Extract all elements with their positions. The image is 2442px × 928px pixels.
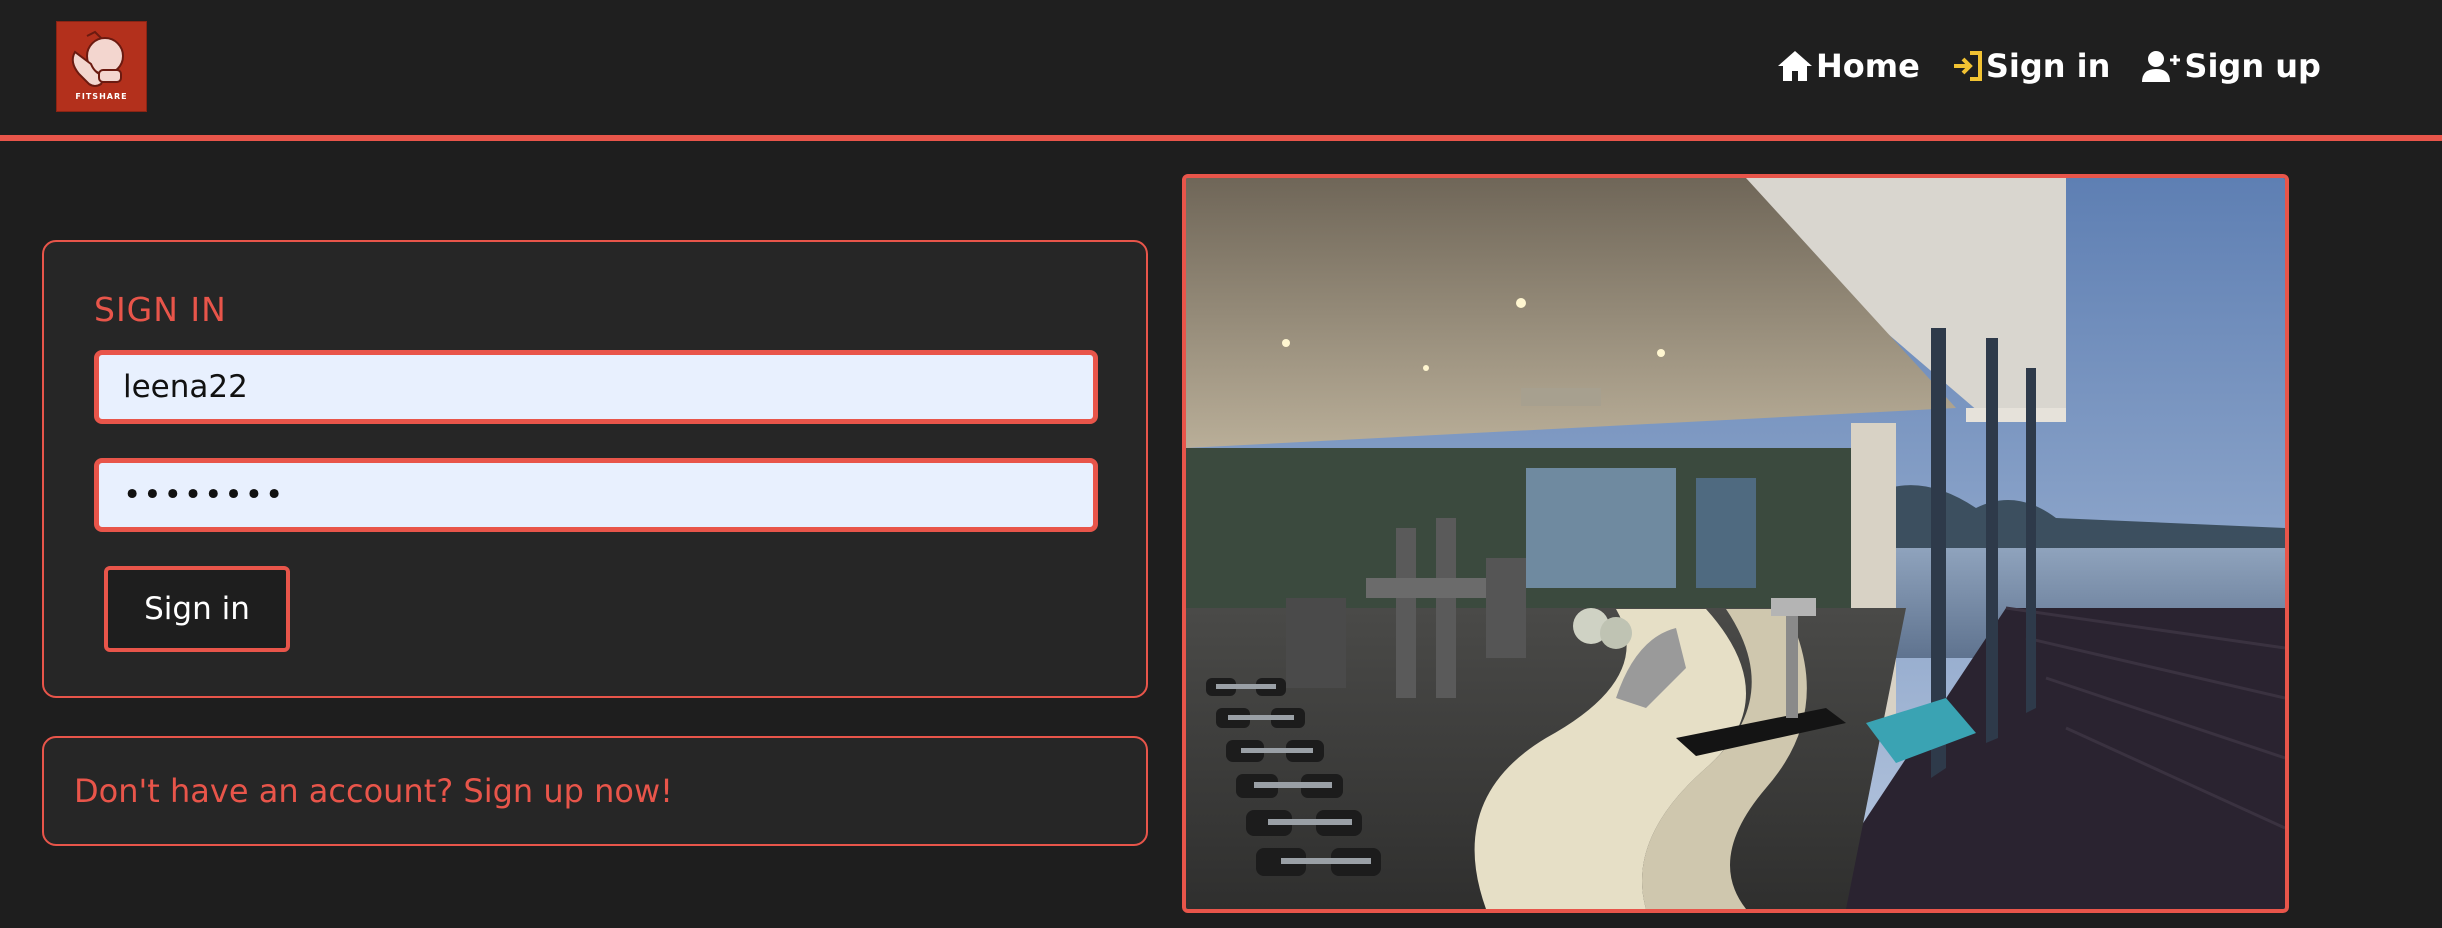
navbar: FITSHARE Home Sign in Sign up bbox=[0, 0, 2442, 141]
signin-button[interactable]: Sign in bbox=[104, 566, 290, 652]
gym-illustration bbox=[1186, 178, 2285, 909]
nav-signin-link[interactable]: Sign in bbox=[1952, 47, 2111, 85]
password-input[interactable] bbox=[94, 458, 1098, 532]
home-icon bbox=[1776, 49, 1814, 83]
nav-links: Home Sign in Sign up bbox=[1776, 38, 2353, 94]
nav-signup-link[interactable]: Sign up bbox=[2142, 47, 2321, 85]
logo-text: FITSHARE bbox=[75, 92, 128, 101]
signin-card: SIGN IN Sign in bbox=[42, 240, 1148, 698]
user-plus-icon bbox=[2142, 49, 2182, 83]
nav-signup-label: Sign up bbox=[2184, 47, 2321, 85]
fitshare-logo[interactable]: FITSHARE bbox=[56, 21, 147, 112]
nav-signin-label: Sign in bbox=[1985, 47, 2111, 85]
username-input[interactable] bbox=[94, 350, 1098, 424]
sign-in-icon bbox=[1952, 50, 1984, 82]
signup-link[interactable]: Don't have an account? Sign up now! bbox=[74, 772, 673, 810]
signin-title: SIGN IN bbox=[94, 290, 227, 329]
signup-card: Don't have an account? Sign up now! bbox=[42, 736, 1148, 846]
nav-home-link[interactable]: Home bbox=[1776, 47, 1920, 85]
gym-photo bbox=[1182, 174, 2289, 913]
nav-home-label: Home bbox=[1816, 47, 1920, 85]
